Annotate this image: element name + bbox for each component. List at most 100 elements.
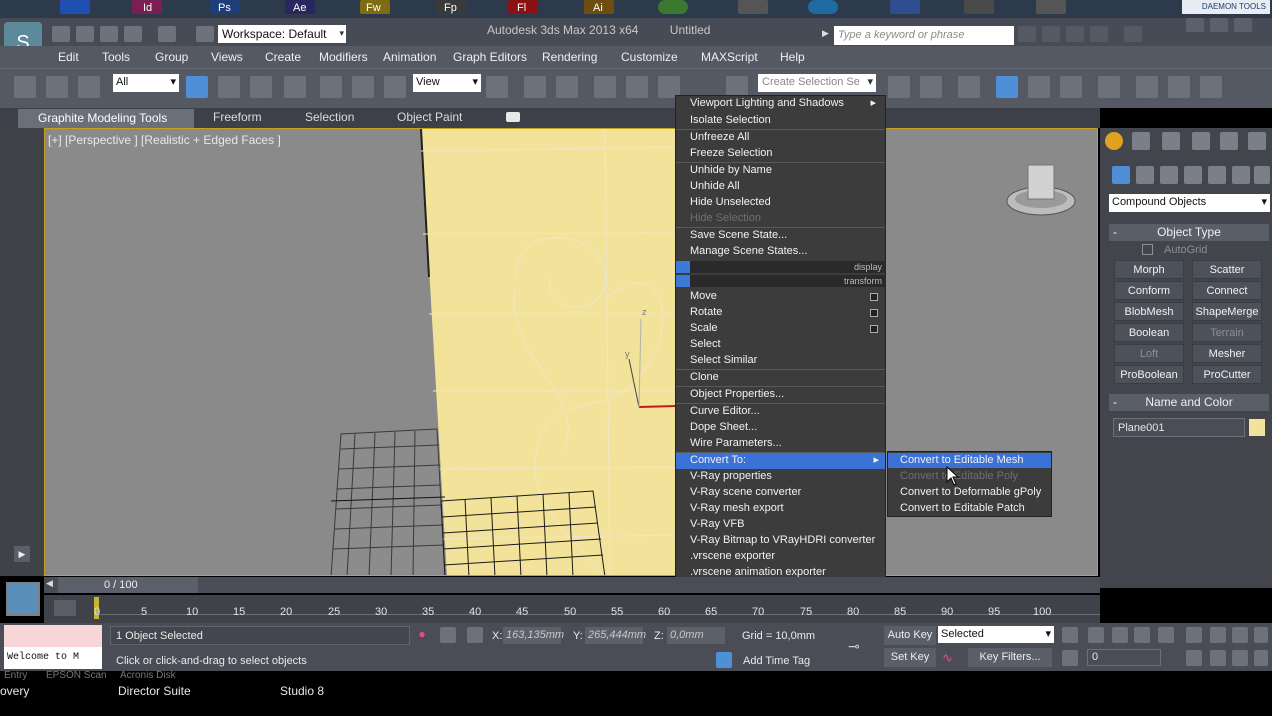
project-folder-icon[interactable]	[196, 26, 214, 42]
desktop-item[interactable]: Acronis Disk	[120, 670, 176, 681]
zoom-all-icon[interactable]	[1210, 627, 1226, 643]
key-mode-dropdown[interactable]: Selected ▾	[938, 626, 1054, 643]
rotate-icon[interactable]	[352, 76, 374, 98]
menu-item-save-scene-state[interactable]: Save Scene State...	[690, 228, 880, 244]
options-box-icon[interactable]	[870, 293, 878, 301]
hierarchy-tab-icon[interactable]	[1162, 132, 1180, 150]
menu-item-vray-vfb[interactable]: V-Ray VFB	[690, 517, 880, 533]
app-icon[interactable]	[964, 0, 994, 14]
apple-icon[interactable]	[1036, 0, 1066, 14]
menu-item-vray-mesh-export[interactable]: V-Ray mesh export	[690, 501, 880, 517]
next-key-icon[interactable]	[1134, 627, 1150, 643]
blobmesh-button[interactable]: BlobMesh	[1114, 302, 1184, 321]
lights-icon[interactable]	[1160, 166, 1178, 184]
menu-item-viewport-lighting[interactable]: Viewport Lighting and Shadows ▸	[690, 96, 880, 112]
desktop-item[interactable]: Entry	[4, 670, 27, 681]
menu-modifiers[interactable]: Modifiers	[319, 50, 368, 64]
viewport-thumbnail[interactable]	[6, 582, 40, 616]
pivot-center-icon[interactable]	[486, 76, 508, 98]
geometry-icon[interactable]	[1112, 166, 1130, 184]
maxscript-listener-output[interactable]: Welcome to M	[4, 647, 102, 669]
menu-item-wire-parameters[interactable]: Wire Parameters...	[690, 436, 880, 452]
media-icon[interactable]	[808, 0, 838, 14]
key-icon[interactable]	[1042, 26, 1060, 42]
tab-freeform[interactable]: Freeform	[213, 110, 262, 124]
shapes-icon[interactable]	[1136, 166, 1154, 184]
mesher-button[interactable]: Mesher	[1192, 344, 1262, 363]
window-crossing-icon[interactable]	[284, 76, 306, 98]
procutter-button[interactable]: ProCutter	[1192, 365, 1262, 384]
x-coordinate-field[interactable]: 163,135mm	[503, 627, 564, 644]
scale-icon[interactable]	[384, 76, 406, 98]
tab-selection[interactable]: Selection	[305, 110, 354, 124]
pan-view-icon[interactable]	[1210, 650, 1226, 666]
zoom-icon[interactable]	[1186, 627, 1202, 643]
browser-icon[interactable]	[658, 0, 688, 14]
material-editor-icon[interactable]	[1098, 76, 1120, 98]
systems-icon[interactable]	[1254, 166, 1270, 184]
expand-arrow-icon[interactable]: ▶	[822, 28, 829, 39]
menu-edit[interactable]: Edit	[58, 50, 79, 64]
boolean-button[interactable]: Boolean	[1114, 323, 1184, 342]
modify-tab-icon[interactable]	[1132, 132, 1150, 150]
daemon-tools-badge[interactable]: DAEMON TOOLS	[1182, 0, 1270, 14]
desktop-item[interactable]: overy	[0, 684, 29, 698]
menu-item-scale[interactable]: Scale	[690, 321, 880, 337]
previous-frame-icon[interactable]: ◀	[46, 578, 53, 589]
proboolean-button[interactable]: ProBoolean	[1114, 365, 1184, 384]
app-launcher-icon[interactable]	[60, 0, 90, 14]
time-tag-icon[interactable]	[716, 652, 732, 668]
close-icon[interactable]	[1234, 18, 1252, 32]
menu-item-vray-bitmap-converter[interactable]: V-Ray Bitmap to VRayHDRI converter	[690, 533, 880, 549]
menu-item-curve-editor[interactable]: Curve Editor...	[690, 404, 880, 420]
desktop-item[interactable]: EPSON Scan	[46, 670, 107, 681]
play-icon[interactable]	[1112, 627, 1128, 643]
connect-button[interactable]: Connect	[1192, 281, 1262, 300]
maxscript-mini-listener[interactable]	[4, 625, 102, 647]
binoculars-icon[interactable]	[1018, 26, 1036, 42]
selection-lock-icon[interactable]	[440, 627, 456, 643]
menu-item-convert-editable-patch[interactable]: Convert to Editable Patch	[900, 502, 1025, 514]
menu-views[interactable]: Views	[211, 50, 243, 64]
align-icon[interactable]	[920, 76, 942, 98]
menu-item-unhide-by-name[interactable]: Unhide by Name	[690, 163, 880, 179]
add-time-tag[interactable]: Add Time Tag	[743, 655, 810, 667]
rendered-frame-window-icon[interactable]	[1168, 76, 1190, 98]
illustrator-icon[interactable]: Ai	[584, 0, 614, 14]
indesign-icon[interactable]: Id	[132, 0, 162, 14]
render-setup-icon[interactable]	[1136, 76, 1158, 98]
open-file-icon[interactable]	[76, 26, 94, 42]
z-coordinate-field[interactable]: 0,0mm	[667, 627, 725, 644]
mini-curve-editor-icon[interactable]	[54, 600, 76, 616]
key-filters-button[interactable]: Key Filters...	[968, 648, 1052, 667]
menu-graph-editors[interactable]: Graph Editors	[453, 50, 527, 64]
mirror-icon[interactable]	[888, 76, 910, 98]
key-mode-toggle-icon[interactable]	[1062, 650, 1078, 666]
menu-item-isolate-selection[interactable]: Isolate Selection	[690, 113, 880, 129]
go-to-start-icon[interactable]	[1062, 627, 1078, 643]
go-to-end-icon[interactable]	[1158, 627, 1174, 643]
flash-icon[interactable]: Fl	[508, 0, 538, 14]
menu-item-convert-editable-mesh[interactable]: Convert to Editable Mesh	[888, 453, 1051, 468]
key-tangent-icon[interactable]: ∿	[942, 650, 960, 666]
maximize-viewport-icon[interactable]	[1254, 650, 1268, 666]
set-key-icon[interactable]: ⊸	[848, 638, 876, 654]
auto-key-button[interactable]: Auto Key	[884, 626, 936, 645]
menu-item-select-similar[interactable]: Select Similar	[690, 353, 880, 369]
rollout-name-and-color[interactable]: - Name and Color	[1109, 394, 1269, 411]
menu-item-hide-unselected[interactable]: Hide Unselected	[690, 195, 880, 211]
app-icon[interactable]	[890, 0, 920, 14]
zoom-extents-all-icon[interactable]	[1254, 627, 1268, 643]
object-name-input[interactable]: Plane001	[1113, 418, 1245, 437]
helpers-icon[interactable]	[1208, 166, 1226, 184]
desktop-item[interactable]: Director Suite	[118, 684, 191, 698]
isolate-selection-icon[interactable]: ●	[414, 627, 430, 643]
new-file-icon[interactable]	[52, 26, 70, 42]
viewport-label[interactable]: [+] [Perspective ] [Realistic + Edged Fa…	[48, 133, 281, 147]
angle-snap-icon[interactable]	[626, 76, 648, 98]
undo-icon[interactable]	[124, 26, 142, 42]
menu-customize[interactable]: Customize	[621, 50, 678, 64]
restore-icon[interactable]	[1210, 18, 1228, 32]
snaps-toggle-icon[interactable]	[594, 76, 616, 98]
morph-button[interactable]: Morph	[1114, 260, 1184, 279]
